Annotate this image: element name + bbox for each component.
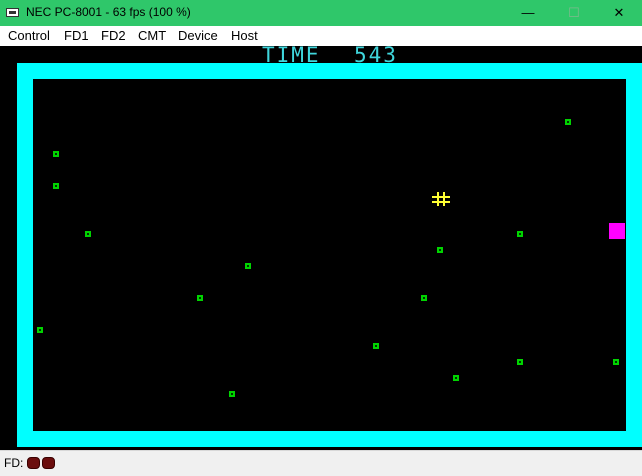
- fd-label: FD:: [4, 456, 24, 470]
- emulator-screen[interactable]: TIME 543: [0, 43, 642, 450]
- pc-8001-icon[interactable]: [6, 8, 19, 17]
- menu-cmt[interactable]: CMT: [138, 28, 166, 43]
- player-sprite: [432, 192, 450, 206]
- menu-fd1[interactable]: FD1: [64, 28, 89, 43]
- menu-control[interactable]: Control: [8, 28, 50, 43]
- food-dot: [37, 327, 43, 333]
- minimize-button[interactable]: —: [505, 0, 551, 26]
- food-dot: [517, 231, 523, 237]
- food-dot: [517, 359, 523, 365]
- menu-bar: Control FD1 FD2 CMT Device Host: [0, 26, 642, 46]
- food-dot: [421, 295, 427, 301]
- enemy-block: [609, 223, 625, 239]
- food-dot: [245, 263, 251, 269]
- fd1-led-icon: [27, 457, 40, 469]
- menu-device[interactable]: Device: [178, 28, 218, 43]
- title-bar: NEC PC-8001 - 63 fps (100 %) — ☐ ✕: [0, 0, 642, 26]
- food-dot: [565, 119, 571, 125]
- food-dot: [53, 183, 59, 189]
- menu-fd2[interactable]: FD2: [101, 28, 126, 43]
- food-dot: [613, 359, 619, 365]
- fd2-led-icon: [42, 457, 55, 469]
- food-dot: [437, 247, 443, 253]
- food-dot: [453, 375, 459, 381]
- playfield-border: [17, 63, 642, 447]
- food-dot: [373, 343, 379, 349]
- food-dot: [85, 231, 91, 237]
- maximize-button[interactable]: ☐: [551, 0, 597, 26]
- window-title: NEC PC-8001 - 63 fps (100 %): [26, 5, 191, 19]
- food-dot: [53, 151, 59, 157]
- food-dot: [197, 295, 203, 301]
- close-button[interactable]: ✕: [596, 0, 642, 26]
- food-dot: [229, 391, 235, 397]
- status-bar: FD:: [0, 450, 642, 476]
- menu-host[interactable]: Host: [231, 28, 258, 43]
